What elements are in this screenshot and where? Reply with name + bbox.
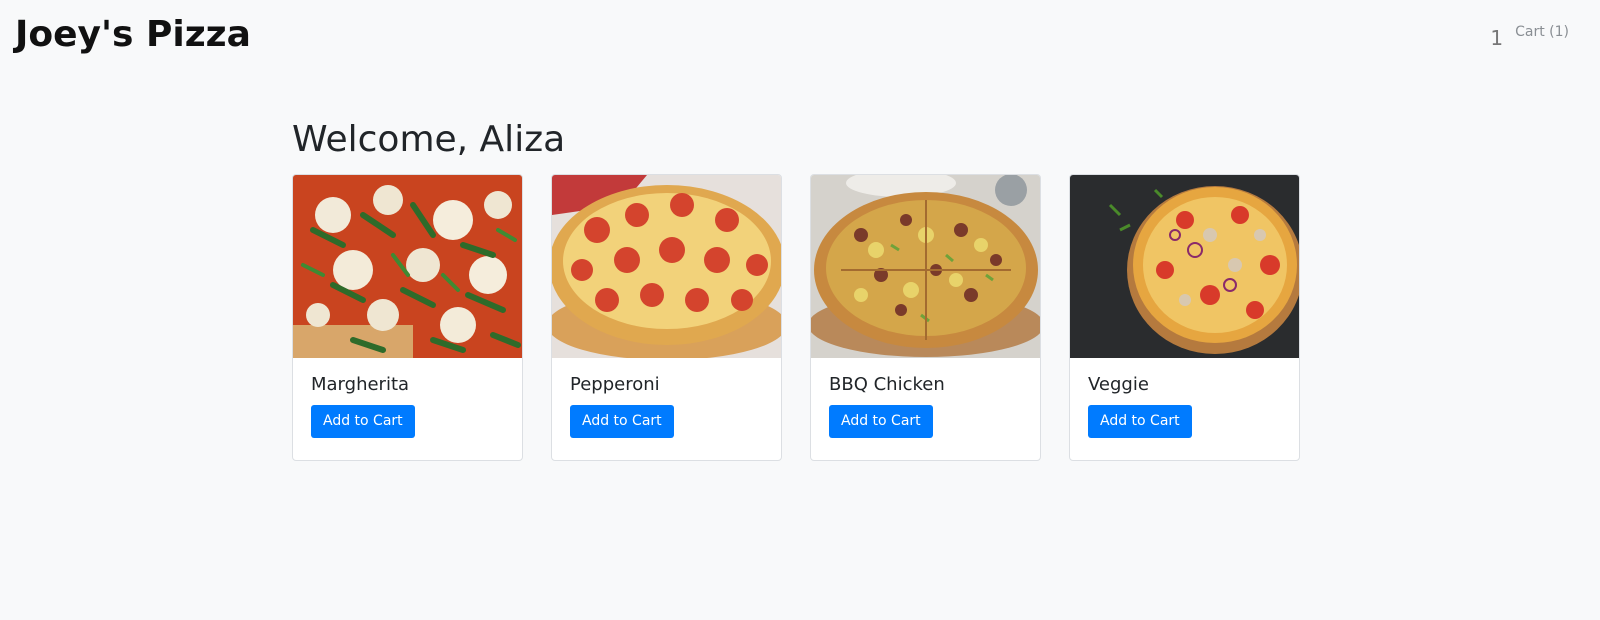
pizza-veggie-illustration (1070, 175, 1299, 358)
cart-link[interactable]: Cart (1) (1515, 25, 1569, 39)
product-card-body: BBQ Chicken Add to Cart (811, 358, 1040, 454)
cart-icon[interactable]: 1 (1490, 28, 1503, 48)
add-to-cart-button-margherita[interactable]: Add to Cart (311, 404, 415, 438)
add-to-cart-button-bbq-chicken[interactable]: Add to Cart (829, 404, 933, 438)
product-card-body: Margherita Add to Cart (293, 358, 522, 454)
add-to-cart-button-veggie[interactable]: Add to Cart (1088, 404, 1192, 438)
cart-button[interactable]: 1 Cart (1) (1490, 22, 1569, 48)
product-card-margherita: Margherita Add to Cart (292, 174, 523, 461)
product-card-body: Pepperoni Add to Cart (552, 358, 781, 454)
pizza-margherita-image (293, 175, 522, 358)
pizza-bbq-chicken-illustration (811, 175, 1040, 358)
product-card-veggie: Veggie Add to Cart (1069, 174, 1300, 461)
brand-logo[interactable]: Joey's Pizza (15, 14, 251, 55)
product-card-pepperoni: Pepperoni Add to Cart (551, 174, 782, 461)
main-content: Welcome, Aliza Margherita Add to Cart Pe… (292, 118, 1312, 461)
pizza-margherita-illustration (293, 175, 522, 358)
pizza-bbq-chicken-image (811, 175, 1040, 358)
product-name: BBQ Chicken (829, 374, 945, 395)
product-list: Margherita Add to Cart Pepperoni Add to … (292, 174, 1312, 461)
add-to-cart-button-pepperoni[interactable]: Add to Cart (570, 404, 674, 438)
top-bar: Joey's Pizza 1 Cart (1) (0, 0, 1600, 80)
pizza-pepperoni-image (552, 175, 781, 358)
pizza-pepperoni-illustration (552, 175, 781, 358)
product-name: Margherita (311, 374, 410, 395)
product-name: Veggie (1088, 374, 1149, 395)
product-card-body: Veggie Add to Cart (1070, 358, 1299, 454)
product-name: Pepperoni (570, 374, 660, 395)
product-card-bbq-chicken: BBQ Chicken Add to Cart (810, 174, 1041, 461)
welcome-heading: Welcome, Aliza (292, 119, 566, 160)
pizza-veggie-image (1070, 175, 1299, 358)
